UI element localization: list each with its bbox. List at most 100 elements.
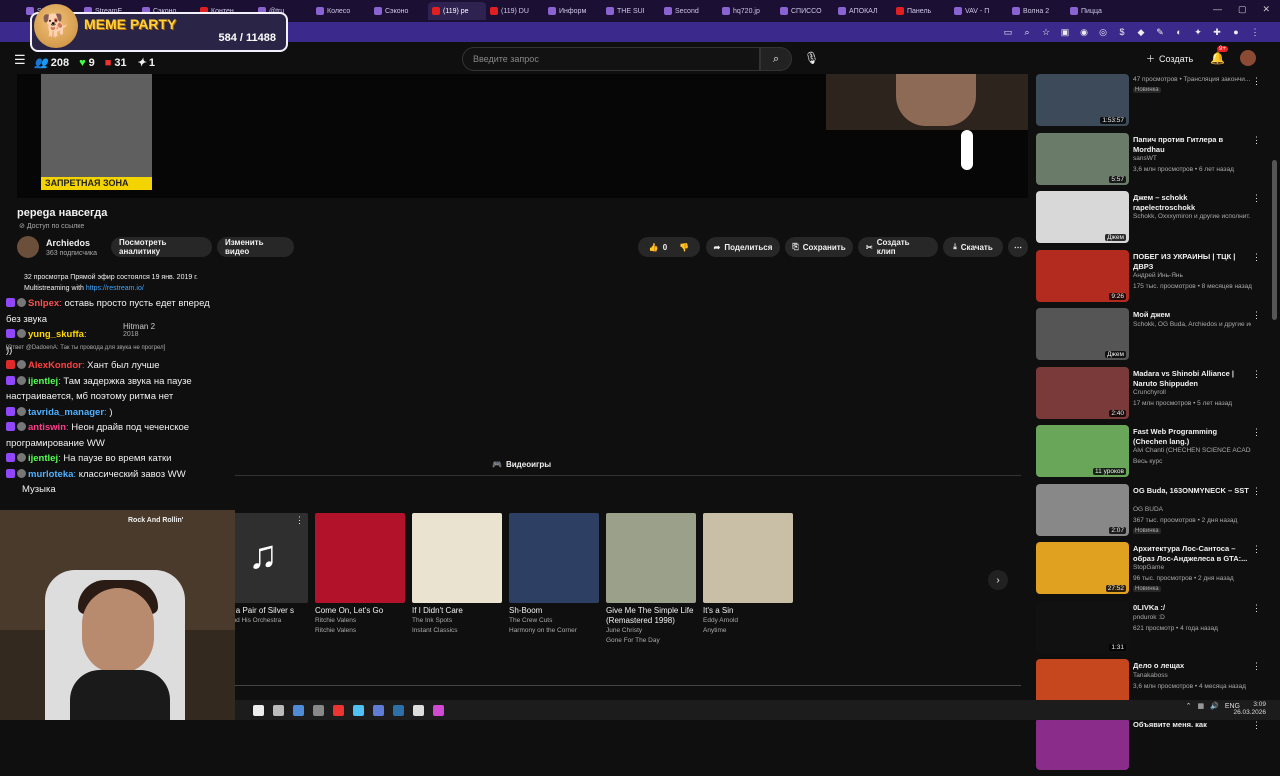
recommended-video[interactable]: ДжемДжем – schokk rapelectroschokkSchokk… [1036, 191, 1268, 250]
album-cover[interactable] [315, 513, 405, 603]
video-title[interactable]: Madara vs Shinobi Alliance | Naruto Ship… [1133, 369, 1251, 389]
browser-tab[interactable]: Волна 2 [1008, 2, 1066, 20]
channel-name[interactable]: Schokk, OG Buda, Archiedos и другие ис..… [1133, 321, 1251, 328]
browser-icon[interactable] [353, 705, 364, 716]
discord-icon[interactable] [373, 705, 384, 716]
extension-icon[interactable]: ◉ [1079, 27, 1089, 37]
clip-button[interactable]: ✂Создать клип [858, 237, 938, 257]
more-icon[interactable]: ⋮ [1252, 427, 1261, 438]
avatar[interactable] [1240, 50, 1256, 66]
more-icon[interactable]: ⋮ [1252, 603, 1261, 614]
desc-link[interactable]: https://restream.io/ [86, 285, 144, 292]
browser-tab[interactable]: (119) DU [486, 2, 544, 20]
search-input[interactable]: Введите запрос [462, 47, 760, 71]
recommended-video[interactable]: 5:57Папич против Гитлера в MordhausansWT… [1036, 133, 1268, 192]
chat-username[interactable]: antiswin [28, 422, 66, 433]
profile-icon[interactable]: ● [1231, 27, 1241, 37]
video-thumbnail[interactable]: 9:26 [1036, 250, 1129, 302]
chat-username[interactable]: murloteka [28, 469, 73, 480]
video-title[interactable]: Дело о лещах [1133, 661, 1251, 671]
extension-icon[interactable]: ✎ [1155, 27, 1165, 37]
album-cover[interactable] [606, 513, 696, 603]
more-icon[interactable]: ⋮ [1252, 252, 1261, 263]
clock[interactable]: 3:09 26.03.2026 [1233, 701, 1266, 717]
more-icon[interactable]: ⋮ [1252, 135, 1261, 146]
channel-name[interactable]: Alvi Chanti (CHECHEN SCIENCE ACADEMY) [1133, 447, 1251, 454]
browser-tab[interactable]: Пицца [1066, 2, 1124, 20]
recommended-video[interactable]: ДжемМой джемSchokk, OG Buda, Archiedos и… [1036, 308, 1268, 367]
network-icon[interactable]: ▦ [1197, 702, 1204, 710]
album-title[interactable]: If I Didn't Care [412, 606, 502, 616]
album-artist[interactable]: The Ink Spots [412, 616, 502, 626]
browser-tab[interactable]: СПИССО [776, 2, 834, 20]
zoom-icon[interactable]: ⌕ [1022, 27, 1032, 37]
browser-tab[interactable]: hq720.jp [718, 2, 776, 20]
recommended-video[interactable]: 1:310LIVKa :/pndurok :D621 просмотр • 4 … [1036, 601, 1268, 660]
more-icon[interactable]: ⋮ [1252, 310, 1261, 321]
edit-video-button[interactable]: Изменить видео [217, 237, 294, 257]
create-button[interactable]: ＋Создать [1146, 52, 1193, 65]
channel-name[interactable]: Schokk, Oxxxymiron и другие исполнит... [1133, 213, 1251, 220]
browser-tab[interactable]: VAV - П [950, 2, 1008, 20]
video-player[interactable]: ЗАПРЕТНАЯ ЗОНА [17, 74, 1028, 198]
album-title[interactable]: Sh-Boom [509, 606, 599, 616]
lock-icon[interactable] [273, 705, 284, 716]
maximize-icon[interactable]: ▢ [1238, 4, 1247, 15]
video-thumbnail[interactable]: 11 уроков [1036, 425, 1129, 477]
extension-icon[interactable]: ◆ [1136, 27, 1146, 37]
extension-icon[interactable]: $ [1117, 27, 1127, 37]
channel-name[interactable]: 47 просмотров • Трансляция закончи... [1133, 76, 1251, 83]
search-button[interactable]: ⌕ [760, 47, 792, 71]
album-artist[interactable]: June Christy [606, 626, 696, 636]
browser-tab[interactable]: Колесо [312, 2, 370, 20]
volume-icon[interactable]: 🔊 [1210, 702, 1219, 710]
video-title[interactable]: OG Buda, 163ONMYNECK – SST [1133, 486, 1251, 496]
album-card[interactable]: If I Didn't CareThe Ink SpotsInstant Cla… [412, 513, 502, 646]
browser-tab[interactable]: THE SUI [602, 2, 660, 20]
more-icon[interactable]: ⋮ [1252, 661, 1261, 672]
album-card[interactable]: It's a SinEddy ArnoldAnytime [703, 513, 793, 646]
video-title[interactable]: 0LIVKa :/ [1133, 603, 1251, 613]
save-button[interactable]: ⎘Сохранить [785, 237, 853, 257]
extension-icon[interactable]: ◎ [1098, 27, 1108, 37]
more-icon[interactable]: ⋮ [1252, 76, 1261, 87]
video-thumbnail[interactable]: Джем [1036, 191, 1129, 243]
minimize-icon[interactable]: — [1213, 4, 1222, 15]
browser-tab[interactable]: Сэконо [370, 2, 428, 20]
notifications-button[interactable]: 🔔9+ [1210, 51, 1225, 65]
video-thumbnail[interactable]: Джем [1036, 308, 1129, 360]
channel-name[interactable]: Archiedos [46, 238, 90, 248]
app-icon[interactable] [413, 705, 424, 716]
recommended-video[interactable]: 11 уроковFast Web Programming (Chechen l… [1036, 425, 1268, 484]
bookmark-star-icon[interactable]: ☆ [1041, 27, 1051, 37]
chevron-up-icon[interactable]: ⌃ [1186, 702, 1192, 710]
channel-avatar[interactable] [17, 236, 39, 258]
notes-icon[interactable] [313, 705, 324, 716]
scrollbar[interactable] [1272, 160, 1277, 320]
more-icon[interactable]: ⋮ [1252, 720, 1261, 731]
channel-name[interactable]: Crunchyroll [1133, 389, 1251, 396]
recommended-video[interactable]: 27:52Архитектура Лос-Сантоса – образ Лос… [1036, 542, 1268, 601]
extension-icon[interactable]: ◐ [1174, 27, 1184, 37]
puzzle-icon[interactable]: ✚ [1212, 27, 1222, 37]
video-title[interactable]: ПОБЕГ ИЗ УКРАИНЫ | ТЦК | ДВРЗ [1133, 252, 1251, 272]
chat-username[interactable]: AlexKondor [28, 360, 82, 371]
share-button[interactable]: ➦Поделиться [706, 237, 780, 257]
browser-tab[interactable]: АПОКАЛ [834, 2, 892, 20]
channel-name[interactable]: Андрей Инь-Янь [1133, 272, 1251, 279]
video-thumbnail[interactable]: 2:07 [1036, 484, 1129, 536]
more-icon[interactable]: ⋮ [1252, 369, 1261, 380]
browser-tab[interactable]: (119) pe [428, 2, 486, 20]
browser-tab[interactable]: Second [660, 2, 718, 20]
chat-username[interactable]: Snlpex [28, 298, 59, 309]
album-cover[interactable] [509, 513, 599, 603]
channel-name[interactable]: Tanakaboss [1133, 672, 1251, 679]
video-thumbnail[interactable] [1036, 718, 1129, 770]
extension-icon[interactable]: ▣ [1060, 27, 1070, 37]
video-thumbnail[interactable]: 27:52 [1036, 542, 1129, 594]
menu-dots-icon[interactable]: ⋮ [1250, 27, 1260, 37]
chat-username[interactable]: yung_skuffa [28, 329, 84, 340]
video-thumbnail[interactable]: 5:57 [1036, 133, 1129, 185]
recommended-video[interactable]: 9:26ПОБЕГ ИЗ УКРАИНЫ | ТЦК | ДВРЗАндрей … [1036, 250, 1268, 309]
album-artist[interactable]: Eddy Arnold [703, 616, 793, 626]
